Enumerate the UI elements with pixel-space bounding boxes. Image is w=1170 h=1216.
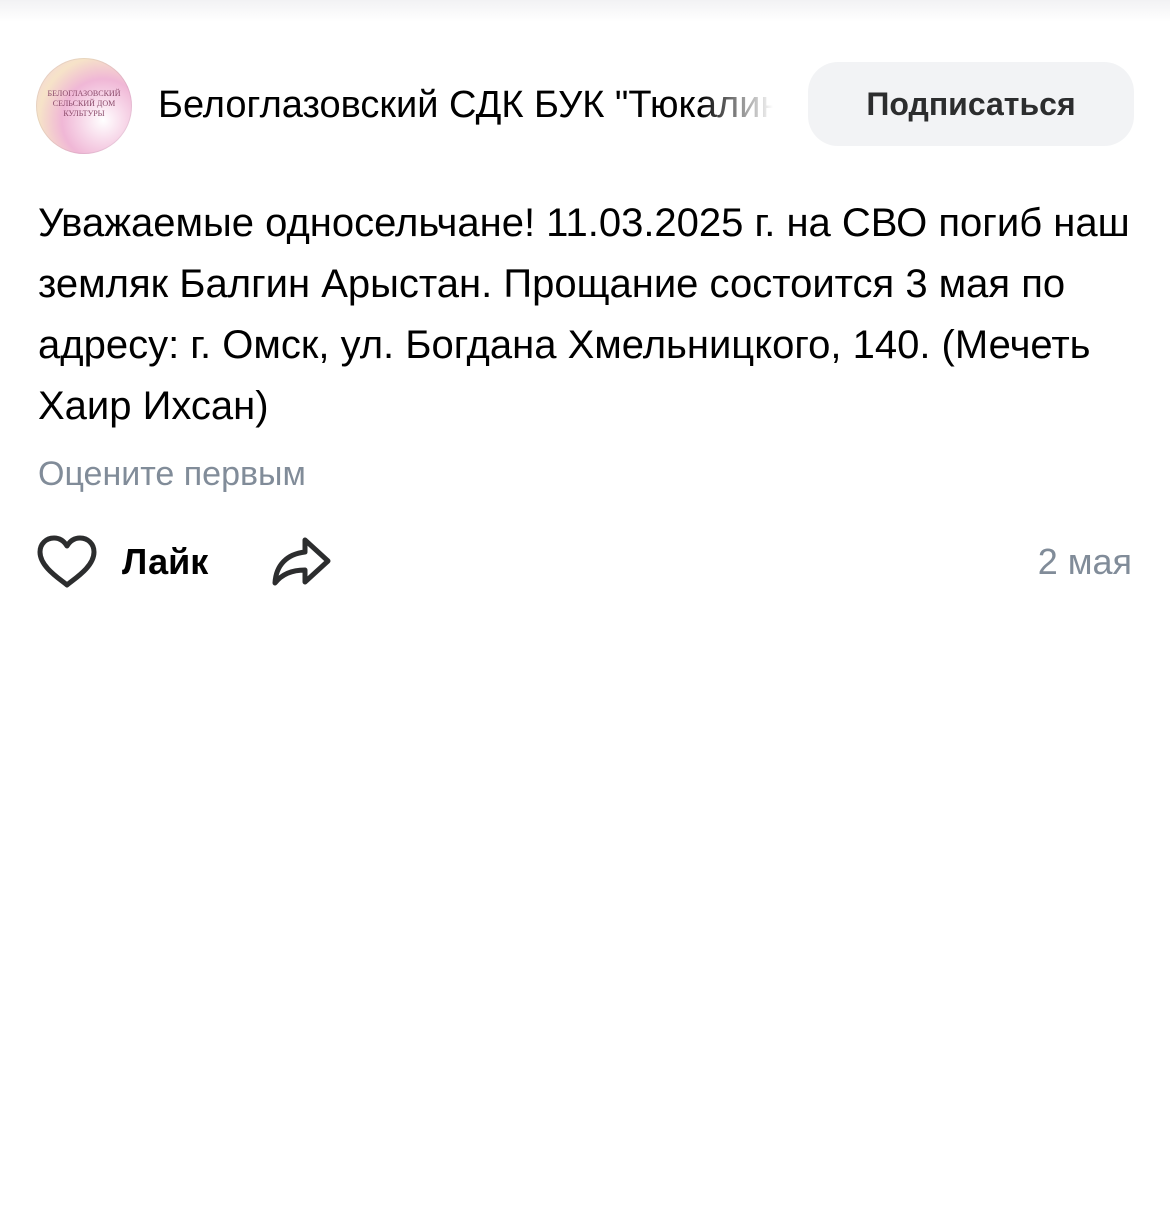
- rate-first-label: Оцените первым: [38, 455, 306, 493]
- author-name[interactable]: Белоглазовский СДК БУК "Тюкалинский райо…: [158, 82, 773, 128]
- author-avatar[interactable]: БЕЛОГЛАЗОВСКИЙ СЕЛЬСКИЙ ДОМ КУЛЬТУРЫ: [36, 58, 132, 154]
- subscribe-button[interactable]: Подписаться: [808, 62, 1134, 146]
- heart-outline-icon: [37, 535, 97, 588]
- post-date[interactable]: 2 мая: [1038, 540, 1132, 584]
- post-actions: Лайк 2 мая: [0, 522, 1170, 602]
- post-text: Уважаемые односельчане! 11.03.2025 г. на…: [38, 201, 1130, 428]
- share-button[interactable]: [268, 532, 334, 592]
- like-button[interactable]: Лайк: [36, 532, 208, 592]
- like-label: Лайк: [122, 541, 209, 582]
- top-divider: [0, 0, 1170, 22]
- avatar-logo-text: БЕЛОГЛАЗОВСКИЙ СЕЛЬСКИЙ ДОМ КУЛЬТУРЫ: [47, 89, 121, 118]
- share-arrow-icon: [272, 537, 331, 586]
- post-header: БЕЛОГЛАЗОВСКИЙ СЕЛЬСКИЙ ДОМ КУЛЬТУРЫ Бел…: [0, 56, 1170, 154]
